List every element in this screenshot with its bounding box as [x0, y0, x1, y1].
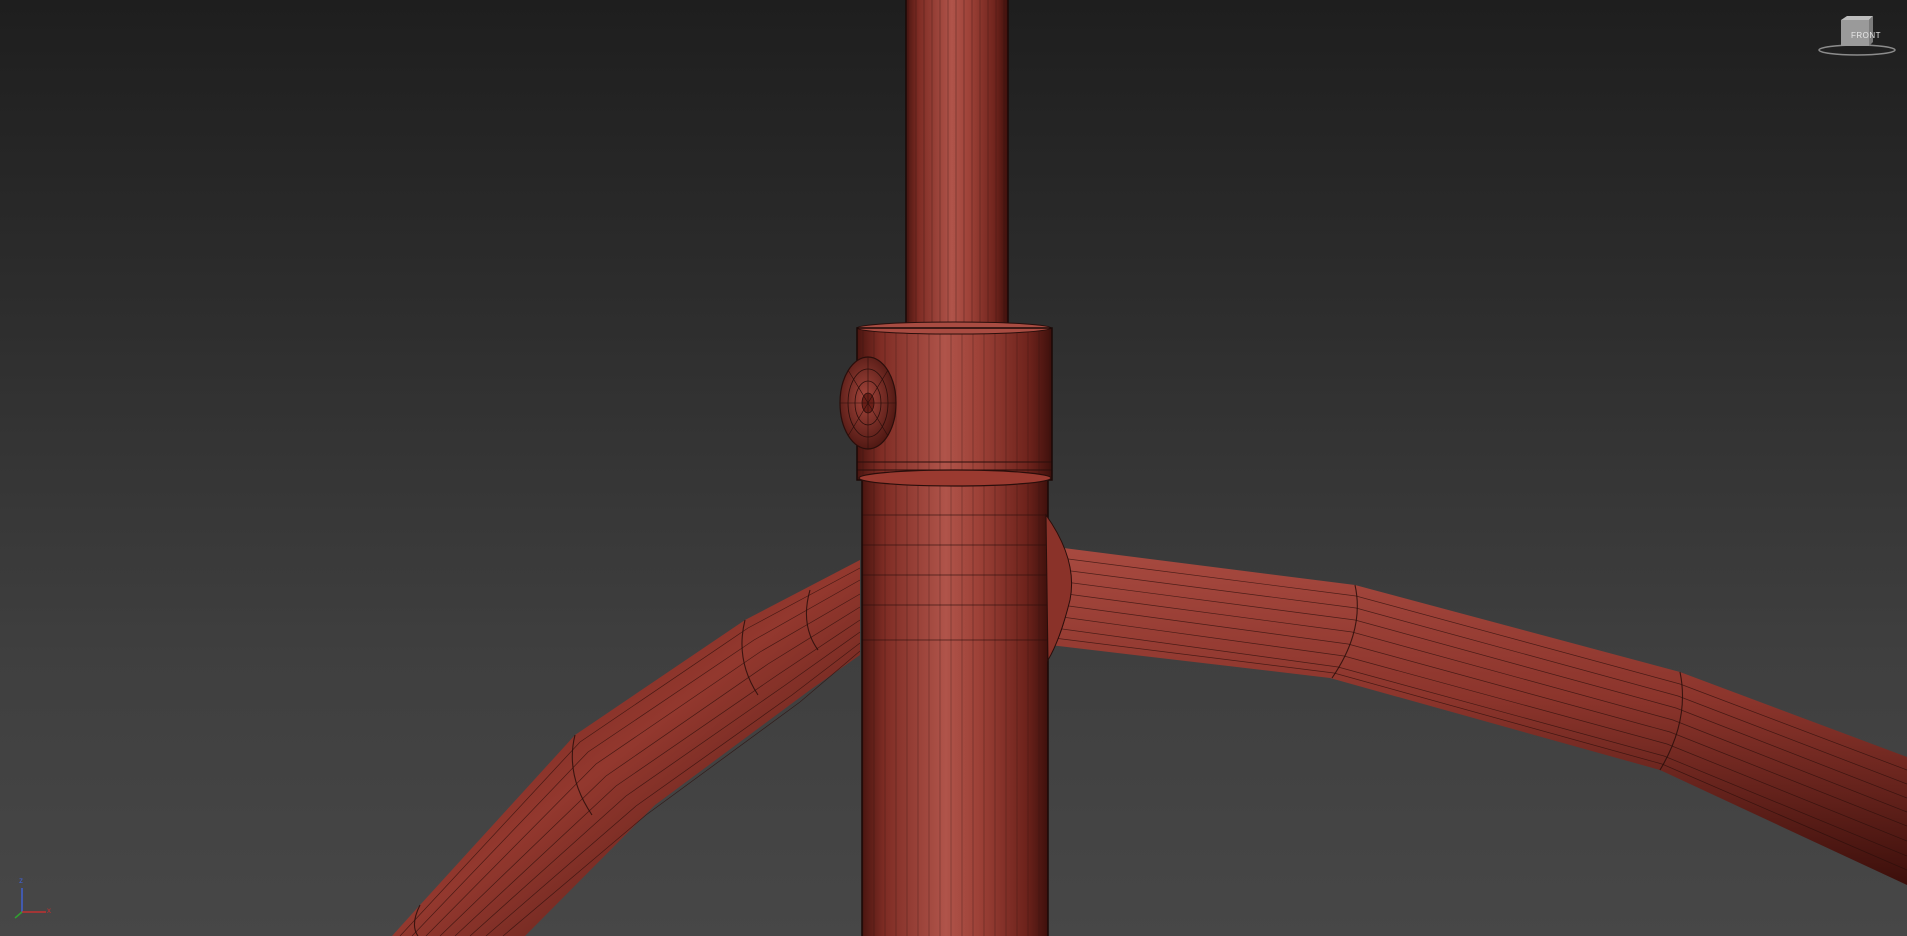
- viewcube-icon[interactable]: FRONT: [1817, 12, 1897, 58]
- model-render: [392, 0, 1907, 936]
- right-arm-tube: [1040, 545, 1907, 885]
- collar-knob: [839, 356, 897, 450]
- upper-tube: [905, 0, 1009, 330]
- left-arm-tube: [392, 560, 861, 936]
- axis-tripod: z x: [10, 876, 54, 920]
- 3d-viewport[interactable]: FRONT z x: [0, 0, 1907, 936]
- axis-x-label: x: [47, 906, 51, 915]
- axis-z-label: z: [19, 876, 23, 885]
- viewcube-face-label: FRONT: [1851, 31, 1882, 40]
- lower-main-tube: [858, 469, 1052, 936]
